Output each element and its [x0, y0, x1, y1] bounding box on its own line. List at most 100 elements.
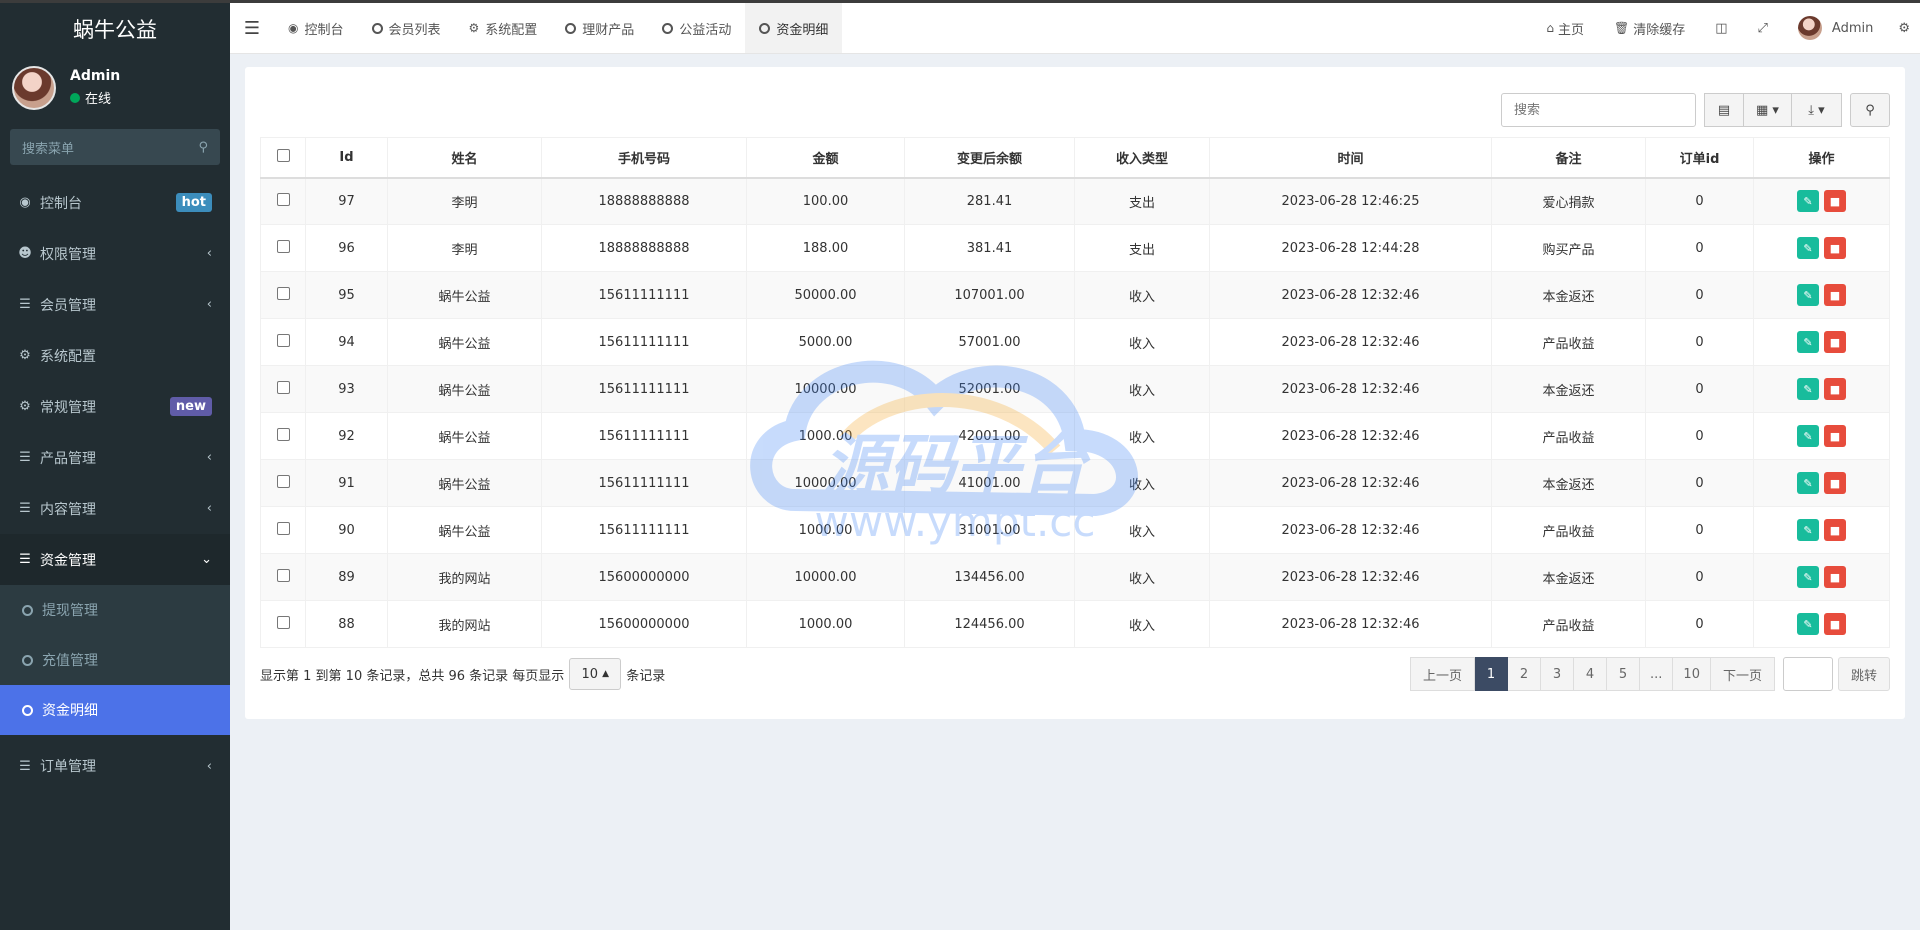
page-button[interactable]: 10	[1673, 657, 1711, 691]
brand-logo[interactable]: 蜗牛公益	[0, 0, 230, 55]
chevron-left-icon: ‹	[206, 758, 212, 774]
edit-button[interactable]: ✎	[1797, 331, 1819, 353]
column-header[interactable]: 变更后余额	[904, 137, 1075, 179]
home-link[interactable]: ⌂ 主页	[1531, 19, 1599, 38]
column-header[interactable]: 时间	[1209, 137, 1492, 179]
table-row[interactable]: 88 我的网站 15600000000 1000.00 124456.00 收入 2023-…	[260, 600, 1890, 648]
language-toggle[interactable]: ◫	[1700, 21, 1742, 36]
edit-button[interactable]: ✎	[1797, 190, 1819, 213]
sidebar-item-products[interactable]: ☰ 产品管理 ‹	[0, 432, 230, 483]
column-header[interactable]: 金额	[746, 137, 905, 179]
column-header[interactable]: 订单id	[1645, 137, 1754, 179]
edit-button[interactable]: ✎	[1797, 237, 1819, 259]
column-header[interactable]: 姓名	[387, 137, 542, 179]
column-header[interactable]: Id	[305, 137, 388, 179]
page-button[interactable]: 4	[1574, 657, 1608, 691]
edit-button[interactable]: ✎	[1797, 378, 1819, 400]
delete-button[interactable]: ■	[1824, 472, 1846, 494]
table-row[interactable]: 95 蜗牛公益 15611111111 50000.00 107001.00 收入 2023…	[260, 271, 1890, 319]
sidebar-item-label: 权限管理	[40, 246, 96, 263]
user-menu[interactable]: Admin	[1783, 16, 1888, 40]
edit-button[interactable]: ✎	[1797, 519, 1819, 541]
page-button[interactable]: 1	[1475, 657, 1509, 691]
menu-search-input[interactable]: 搜索菜单 ⚲	[10, 129, 220, 165]
tab-charity-activities[interactable]: 公益活动	[648, 3, 745, 53]
table-row[interactable]: 90 蜗牛公益 15611111111 1000.00 31001.00 收入 2023-0…	[260, 506, 1890, 554]
page-button[interactable]: 5	[1607, 657, 1641, 691]
row-checkbox[interactable]	[276, 192, 290, 206]
table-row[interactable]: 94 蜗牛公益 15611111111 5000.00 57001.00 收入 2023-0…	[260, 318, 1890, 366]
row-checkbox[interactable]	[276, 474, 290, 488]
fullscreen-toggle[interactable]: ⤢	[1743, 21, 1783, 36]
row-checkbox[interactable]	[276, 286, 290, 300]
search-icon[interactable]: ⚲	[198, 140, 208, 155]
row-checkbox[interactable]	[276, 333, 290, 347]
table-row[interactable]: 89 我的网站 15600000000 10000.00 134456.00 收入 2023…	[260, 553, 1890, 601]
page-button[interactable]: 2	[1508, 657, 1542, 691]
row-checkbox[interactable]	[276, 239, 290, 253]
table-row[interactable]: 93 蜗牛公益 15611111111 10000.00 52001.00 收入 2023-…	[260, 365, 1890, 413]
columns-button[interactable]: ▦ ▾	[1744, 93, 1792, 127]
sidebar-item-members[interactable]: ☰ 会员管理 ‹	[0, 279, 230, 330]
delete-button[interactable]: ■	[1824, 237, 1846, 259]
table-search-input[interactable]	[1501, 93, 1696, 127]
search-button[interactable]: ⚲	[1850, 93, 1890, 127]
cell-phone: 15611111111	[541, 459, 747, 507]
row-checkbox[interactable]	[276, 380, 290, 394]
cell-name: 蜗牛公益	[387, 365, 542, 413]
toggle-view-button[interactable]: ▤	[1704, 93, 1744, 127]
next-page-button[interactable]: 下一页	[1710, 657, 1775, 691]
column-header[interactable]: 备注	[1491, 137, 1646, 179]
sidebar-item-permissions[interactable]: ☻ 权限管理 ‹	[0, 228, 230, 279]
row-checkbox[interactable]	[276, 615, 290, 629]
sidebar-item-withdrawals[interactable]: 提现管理	[0, 585, 230, 635]
cell-amount: 188.00	[746, 224, 905, 272]
sidebar-item-fund-details[interactable]: 资金明细	[0, 685, 230, 735]
tab-dashboard[interactable]: ◉ 控制台	[274, 3, 358, 53]
edit-button[interactable]: ✎	[1797, 566, 1819, 588]
settings-toggle[interactable]: ⚙	[1888, 21, 1920, 36]
delete-button[interactable]: ■	[1824, 378, 1846, 400]
tab-member-list[interactable]: 会员列表	[358, 3, 455, 53]
delete-button[interactable]: ■	[1824, 425, 1846, 447]
table-row[interactable]: 92 蜗牛公益 15611111111 1000.00 42001.00 收入 2023-0…	[260, 412, 1890, 460]
sidebar-item-content[interactable]: ☰ 内容管理 ‹	[0, 483, 230, 534]
jump-button[interactable]: 跳转	[1837, 657, 1890, 691]
tab-finance-products[interactable]: 理财产品	[551, 3, 648, 53]
sidebar-item-funds[interactable]: ☰ 资金管理 ⌄	[0, 534, 230, 585]
delete-button[interactable]: ■	[1824, 566, 1846, 588]
edit-button[interactable]: ✎	[1797, 613, 1819, 635]
export-button[interactable]: ⤓ ▾	[1792, 93, 1842, 127]
tab-system-config[interactable]: ⚙ 系统配置	[455, 3, 552, 53]
sidebar-item-recharges[interactable]: 充值管理	[0, 635, 230, 685]
row-checkbox[interactable]	[276, 427, 290, 441]
edit-button[interactable]: ✎	[1797, 284, 1819, 306]
edit-button[interactable]: ✎	[1797, 425, 1819, 447]
cell-actions: ✎ ■	[1753, 224, 1890, 272]
delete-button[interactable]: ■	[1824, 519, 1846, 541]
row-checkbox[interactable]	[276, 521, 290, 535]
prev-page-button[interactable]: 上一页	[1410, 657, 1476, 691]
table-row[interactable]: 97 李明 18888888888 100.00 281.41 支出 2023-06-28 …	[260, 177, 1890, 225]
column-header[interactable]: 收入类型	[1074, 137, 1210, 179]
sidebar-item-dashboard[interactable]: ◉ 控制台 hot	[0, 177, 230, 228]
delete-button[interactable]: ■	[1824, 190, 1846, 213]
edit-button[interactable]: ✎	[1797, 472, 1819, 494]
page-size-select[interactable]: 10 ▲	[569, 658, 622, 690]
delete-button[interactable]: ■	[1824, 613, 1846, 635]
select-all-checkbox[interactable]	[276, 148, 290, 162]
clear-cache-button[interactable]: 🗑 清除缓存	[1599, 19, 1700, 38]
row-checkbox[interactable]	[276, 568, 290, 582]
sidebar-item-orders[interactable]: ☰ 订单管理 ‹	[0, 735, 230, 797]
page-button[interactable]: 3	[1541, 657, 1575, 691]
tab-fund-details[interactable]: 资金明细	[745, 3, 843, 53]
sidebar-item-general[interactable]: ⚙ 常规管理 new	[0, 381, 230, 432]
jump-page-input[interactable]	[1782, 657, 1833, 691]
column-header[interactable]: 手机号码	[541, 137, 747, 179]
menu-toggle-icon[interactable]: ☰	[230, 3, 274, 53]
table-row[interactable]: 96 李明 18888888888 188.00 381.41 支出 2023-06-28 …	[260, 224, 1890, 272]
sidebar-item-system-config[interactable]: ⚙ 系统配置	[0, 330, 230, 381]
delete-button[interactable]: ■	[1824, 331, 1846, 353]
delete-button[interactable]: ■	[1824, 284, 1846, 306]
table-row[interactable]: 91 蜗牛公益 15611111111 10000.00 41001.00 收入 2023-…	[260, 459, 1890, 507]
